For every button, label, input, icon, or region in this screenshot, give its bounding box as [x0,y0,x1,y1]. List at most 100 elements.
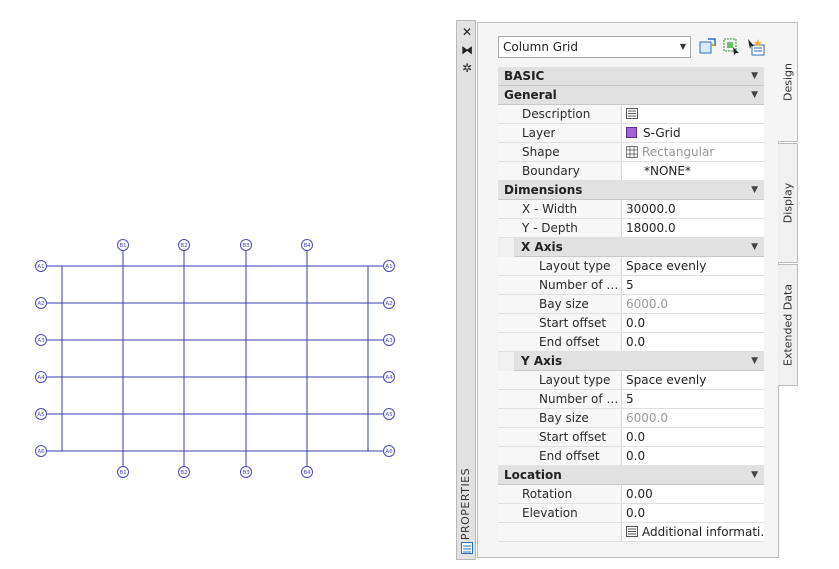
x-width-label: X - Width [522,202,578,216]
x-num-bays-value[interactable]: 5 [621,276,764,294]
x-width-value[interactable]: 30000.0 [621,200,764,218]
close-icon[interactable]: ✕ [459,24,475,40]
description-editor-icon[interactable] [626,108,638,119]
prop-description[interactable]: Description [498,105,764,124]
toggle-pickadd-icon[interactable] [747,38,765,56]
boundary-text: *NONE* [644,164,691,178]
x-layout-type-value[interactable]: Space evenly [621,257,764,275]
grid-bubble-top-3-label: B3 [242,243,250,249]
shape-text: Rectangular [642,145,715,159]
y-num-bays-value[interactable]: 5 [621,390,764,408]
y-depth-label: Y - Depth [522,221,578,235]
grid-bubble-left-6-label: A6 [37,449,45,455]
auto-hide-icon[interactable]: ⧓ [459,42,475,58]
tab-design[interactable]: Design [778,22,798,142]
boundary-label: Boundary [522,164,580,178]
category-general-label: General [504,88,557,102]
grid-bubble-left-1-label: A1 [37,264,44,270]
elevation-value[interactable]: 0.0 [621,504,764,522]
collapse-icon: ▼ [751,90,758,100]
category-dimensions-label: Dimensions [504,183,583,197]
prop-y-bay-size[interactable]: Bay size 6000.0 [498,409,764,428]
y-end-offset-value[interactable]: 0.0 [621,447,764,465]
y-num-bays-label: Number of b... [539,392,619,406]
prop-y-start-offset[interactable]: Start offset 0.0 [498,428,764,447]
y-end-offset-label: End offset [539,449,600,463]
tab-extended-data[interactable]: Extended Data [778,264,798,386]
quick-select-icon[interactable] [699,38,717,56]
layer-value[interactable]: S-Grid [621,124,764,142]
prop-x-num-bays[interactable]: Number of b... 5 [498,276,764,295]
y-bay-size-label: Bay size [539,411,589,425]
prop-x-width[interactable]: X - Width 30000.0 [498,200,764,219]
shape-value[interactable]: Rectangular [621,143,764,161]
prop-y-num-bays[interactable]: Number of b... 5 [498,390,764,409]
select-objects-icon[interactable] [723,38,741,56]
prop-y-depth[interactable]: Y - Depth 18000.0 [498,219,764,238]
prop-shape[interactable]: Shape Rectangular [498,143,764,162]
x-bay-size-value[interactable]: 6000.0 [621,295,764,313]
y-layout-type-label: Layout type [539,373,611,387]
collapse-icon: ▼ [751,470,758,480]
layer-color-swatch [626,127,637,138]
y-start-offset-value[interactable]: 0.0 [621,428,764,446]
category-dimensions[interactable]: Dimensions ▼ [498,181,764,200]
settings-icon[interactable]: ✲ [459,60,475,76]
prop-x-bay-size[interactable]: Bay size 6000.0 [498,295,764,314]
additional-info-text: Additional informati... [642,525,764,539]
prop-rotation[interactable]: Rotation 0.00 [498,485,764,504]
y-depth-value[interactable]: 18000.0 [621,219,764,237]
prop-y-layout-type[interactable]: Layout type Space evenly [498,371,764,390]
x-start-offset-value[interactable]: 0.0 [621,314,764,332]
grid-boundary [61,265,369,452]
prop-x-end-offset[interactable]: End offset 0.0 [498,333,764,352]
prop-x-layout-type[interactable]: Layout type Space evenly [498,257,764,276]
palette-title: PROPERTIES [459,467,472,541]
collapse-icon: ▼ [751,242,758,252]
prop-elevation[interactable]: Elevation 0.0 [498,504,764,523]
category-basic[interactable]: BASIC ▼ [498,67,764,86]
properties-palette: Column Grid ▼ BASIC ▼ General ▼ Descriptio… [477,22,779,558]
category-y-axis-label: Y Axis [521,354,563,368]
additional-info-icon [626,526,638,537]
x-start-offset-label: Start offset [539,316,607,330]
category-x-axis[interactable]: X Axis ▼ [515,238,764,257]
prop-boundary[interactable]: Boundary *NONE* [498,162,764,181]
description-value[interactable] [621,105,764,123]
collapse-icon: ▼ [751,356,758,366]
grid-bubble-right-3-label: A3 [385,338,393,344]
rotation-value[interactable]: 0.00 [621,485,764,503]
category-general[interactable]: General ▼ [498,86,764,105]
grid-bubble-left-2-label: A2 [37,301,44,307]
x-end-offset-value[interactable]: 0.0 [621,333,764,351]
category-location[interactable]: Location ▼ [498,466,764,485]
grid-bubbles: B1 B2 B3 B4 B1 B2 B3 B4 A1 A2 A3 A4 A5 A6 A1 A2 A3 A4 A5 A6 [35,239,395,478]
description-label: Description [522,107,591,121]
grid-bubble-left-4-label: A4 [37,375,45,381]
y-start-offset-label: Start offset [539,430,607,444]
grid-bubble-bottom-2-label: B2 [180,470,187,476]
y-layout-type-value[interactable]: Space evenly [621,371,764,389]
shape-label: Shape [522,145,560,159]
elevation-label: Elevation [522,506,578,520]
object-type-value: Column Grid [503,40,578,54]
category-y-axis[interactable]: Y Axis ▼ [515,352,764,371]
prop-y-end-offset[interactable]: End offset 0.0 [498,447,764,466]
grid-bubble-left-5-label: A5 [37,412,45,418]
prop-x-start-offset[interactable]: Start offset 0.0 [498,314,764,333]
x-layout-type-label: Layout type [539,259,611,273]
prop-additional-info[interactable]: Additional informati... [498,523,764,542]
tab-display[interactable]: Display [778,143,798,263]
column-grid-drawing[interactable]: B1 B2 B3 B4 B1 B2 B3 B4 A1 A2 A3 A4 A5 A6 A1 A2 A3 A4 A5 A6 [0,0,440,569]
object-type-select[interactable]: Column Grid ▼ [498,36,691,58]
palette-title-strip: ✕ ⧓ ✲ PROPERTIES [456,20,476,560]
properties-palette-icon[interactable] [459,542,475,558]
prop-layer[interactable]: Layer S-Grid [498,124,764,143]
grid-bubble-right-2-label: A2 [385,301,392,307]
category-x-axis-label: X Axis [521,240,563,254]
y-bay-size-value[interactable]: 6000.0 [621,409,764,427]
additional-info-value[interactable]: Additional informati... [621,523,764,541]
layer-name: S-Grid [643,126,681,140]
chevron-down-icon: ▼ [679,42,686,51]
boundary-value[interactable]: *NONE* [621,162,764,180]
